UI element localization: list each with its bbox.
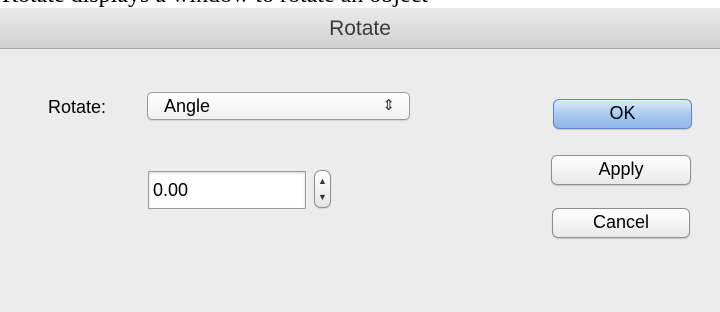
angle-input[interactable]	[148, 171, 306, 209]
rotate-label: Rotate:	[48, 97, 107, 117]
ok-button[interactable]: OK	[553, 99, 692, 129]
stepper-down-icon[interactable]: ▼	[315, 188, 330, 206]
dialog-title: Rotate	[329, 17, 391, 40]
rotate-mode-select[interactable]: Angle ⇕	[147, 92, 410, 120]
up-down-chevrons-icon: ⇕	[382, 97, 395, 114]
title-bar[interactable]: Rotate	[0, 8, 720, 49]
page: Rotate displays a window to rotate an ob…	[0, 0, 720, 312]
cancel-button[interactable]: Cancel	[552, 208, 690, 238]
rotate-mode-value: Angle	[164, 96, 211, 116]
angle-stepper[interactable]: ▲ ▼	[314, 170, 331, 208]
apply-button[interactable]: Apply	[551, 155, 691, 185]
rotate-dialog: Rotate Rotate: Angle ⇕ ▲ ▼ OK Apply Canc…	[0, 8, 720, 312]
